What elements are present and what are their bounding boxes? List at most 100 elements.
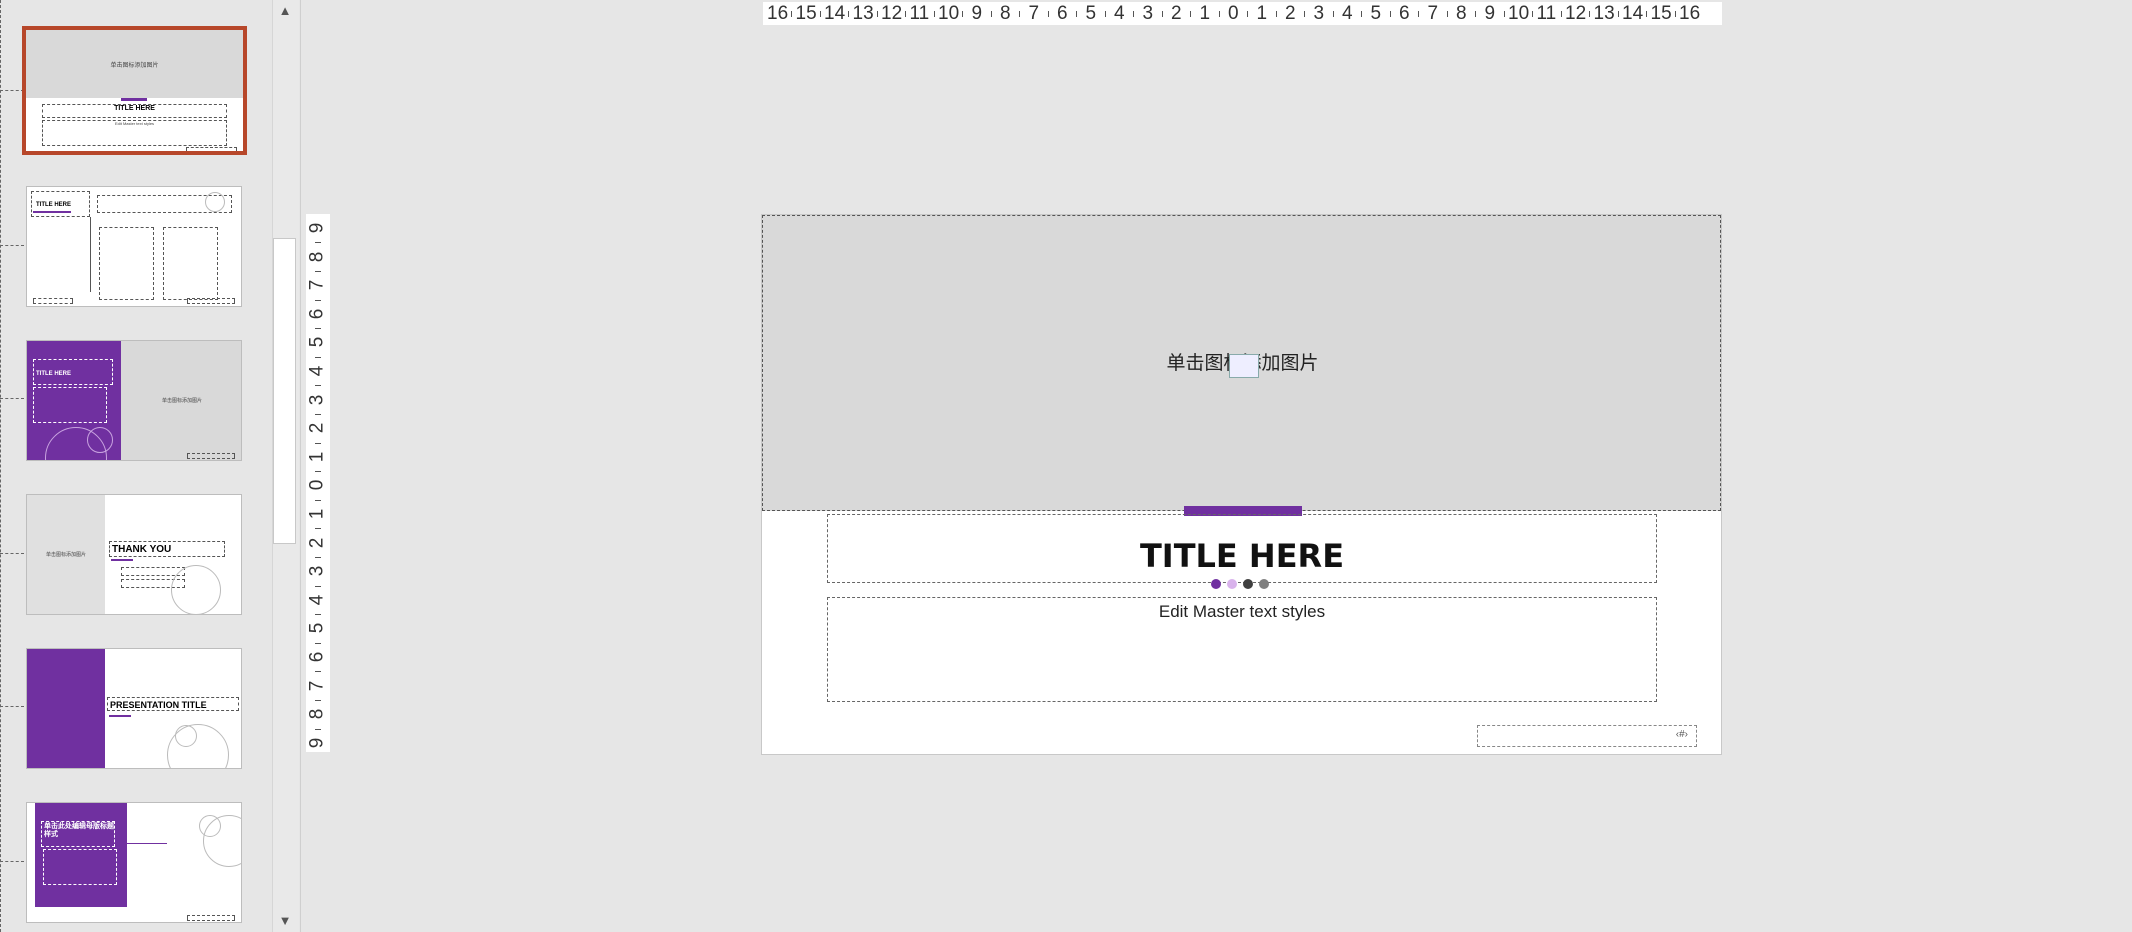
page-number-placeholder[interactable]: ‹#› [1477, 725, 1697, 747]
ruler-h-tick [1247, 11, 1249, 17]
ruler-h-tick [1589, 11, 1591, 17]
tree-connector [0, 706, 24, 707]
thumb-body-box [33, 387, 107, 423]
ruler-v-label: 5 [306, 337, 328, 348]
ruler-v-tick [315, 499, 321, 501]
scrollbar-thumb[interactable] [273, 238, 296, 544]
ruler-v-label: 2 [306, 422, 328, 434]
ruler-h-tick [1076, 11, 1078, 17]
ruler-h-tick [1133, 11, 1135, 17]
ruler-h-label: 12 [1565, 3, 1587, 24]
thumb-body-box [43, 849, 117, 885]
ruler-h-label: 11 [1536, 3, 1557, 24]
ruler-v-label: 1 [306, 451, 328, 463]
layout-thumbnail-3[interactable]: 单击图标添加图片 TITLE HERE [26, 340, 242, 461]
ruler-h-label: 1 [1199, 3, 1211, 24]
ruler-h-tick [990, 11, 992, 17]
ruler-h-label: 8 [1456, 3, 1467, 24]
ruler-h-tick [933, 11, 935, 17]
tree-connector [0, 861, 24, 862]
page-number: ‹#› [1675, 729, 1688, 740]
thumb-title: TITLE HERE [114, 105, 155, 112]
scroll-down-icon[interactable]: ▼ [276, 912, 294, 930]
ruler-h-tick [1446, 11, 1448, 17]
ruler-v-label: 9 [306, 737, 328, 749]
tree-connector [0, 398, 24, 399]
ruler-h-label: 2 [1285, 3, 1296, 24]
ruler-v-tick [315, 556, 321, 558]
thumb-accent-bar [121, 98, 147, 101]
scroll-up-icon[interactable]: ▲ [276, 2, 294, 20]
ruler-v-tick [315, 385, 321, 387]
layout-thumbnail-1[interactable]: 单击图标添加图片 TITLE HERE Edit Master text sty… [22, 26, 247, 155]
ruler-v-label: 1 [306, 508, 328, 520]
thumb-body-box: Edit Master text styles [42, 120, 227, 146]
thumb-image-area: 单击图标添加图片 [27, 495, 105, 614]
ruler-h-label: 0 [1228, 3, 1239, 24]
ruler-h-label: 5 [1085, 3, 1097, 24]
ruler-v-label: 0 [306, 480, 328, 491]
layout-thumbnail-5[interactable]: PRESENTATION TITLE [26, 648, 242, 769]
thumb-decor-circle [171, 565, 221, 614]
slide-title: TITLE HERE [1139, 537, 1345, 575]
ruler-v-tick [315, 585, 321, 587]
ruler-h-label: 14 [1622, 3, 1644, 24]
thumb-footer-box [187, 298, 235, 304]
ruler-v-label: 7 [306, 279, 328, 291]
ruler-h-label: 13 [1593, 3, 1615, 24]
ruler-v-tick [315, 728, 321, 730]
ruler-h-label: 7 [1427, 3, 1439, 24]
tree-connector [0, 90, 24, 91]
ruler-v-label: 6 [306, 308, 328, 320]
decor-dot [1227, 579, 1237, 589]
tree-connector [0, 553, 24, 554]
ruler-h-tick [1646, 11, 1648, 17]
vertical-ruler: 9 8 7 6 5 4 3 2 1 0 1 2 3 4 5 6 7 8 9 [306, 214, 330, 752]
ruler-h-tick [1532, 11, 1534, 17]
ruler-h-tick [1503, 11, 1505, 17]
ruler-h-tick [791, 11, 793, 17]
ruler-h-tick [1190, 11, 1192, 17]
ruler-h-tick [876, 11, 878, 17]
thumb-body: Edit Master text styles [114, 121, 155, 126]
ruler-v-label: 7 [306, 680, 328, 691]
ruler-h-label: 8 [1000, 3, 1011, 24]
ruler-v-tick [315, 614, 321, 616]
thumb-title-box: TITLE HERE [33, 359, 113, 385]
ruler-h-label: 13 [852, 3, 874, 24]
ruler-h-label: 1 [1256, 3, 1268, 24]
thumb-content-box [99, 227, 154, 300]
picture-placeholder[interactable]: 单击图标添加图片 [762, 215, 1721, 511]
slide-canvas[interactable]: 单击图标添加图片 TITLE HERE Edit Master text sty… [761, 214, 1722, 755]
ruler-v-label: 6 [306, 651, 328, 663]
thumb-footer-box [33, 298, 73, 304]
ruler-h-label: 10 [938, 3, 960, 24]
layout-thumbnail-4[interactable]: 单击图标添加图片 THANK YOU [26, 494, 242, 615]
decor-dot [1243, 579, 1253, 589]
tree-connector [0, 245, 24, 246]
ruler-h-tick [848, 11, 850, 17]
ruler-h-label: 16 [767, 3, 789, 24]
ruler-h-label: 16 [1679, 3, 1701, 24]
ruler-h-label: 15 [1650, 3, 1672, 24]
thumb-title: PRESENTATION TITLE [110, 700, 207, 710]
ruler-h-label: 5 [1370, 3, 1382, 24]
ruler-h-label: 6 [1399, 3, 1410, 24]
ruler-v-label: 8 [306, 708, 328, 720]
ruler-h-tick [1475, 11, 1477, 17]
ruler-h-label: 10 [1508, 3, 1530, 24]
ruler-v-label: 3 [306, 394, 328, 405]
title-placeholder[interactable]: TITLE HERE [827, 514, 1657, 583]
thumb-image-label: 单击图标添加图片 [45, 552, 86, 558]
thumb-title-box: PRESENTATION TITLE [107, 697, 239, 711]
ruler-h-label: 14 [824, 3, 846, 24]
thumb-accent-bar [33, 211, 71, 213]
thumb-title-box: 单击此处编辑母版标题样式 [41, 821, 115, 847]
slide-body-text: Edit Master text styles [1158, 602, 1326, 621]
body-placeholder[interactable]: Edit Master text styles [827, 597, 1657, 702]
slide-thumbnail-panel: 单击图标添加图片 TITLE HERE Edit Master text sty… [0, 0, 301, 932]
ruler-h-tick [1361, 11, 1363, 17]
layout-thumbnail-6[interactable]: 单击此处编辑母版标题样式 [26, 802, 242, 923]
layout-thumbnail-2[interactable]: TITLE HERE [26, 186, 242, 307]
insert-picture-icon[interactable] [1229, 354, 1259, 378]
